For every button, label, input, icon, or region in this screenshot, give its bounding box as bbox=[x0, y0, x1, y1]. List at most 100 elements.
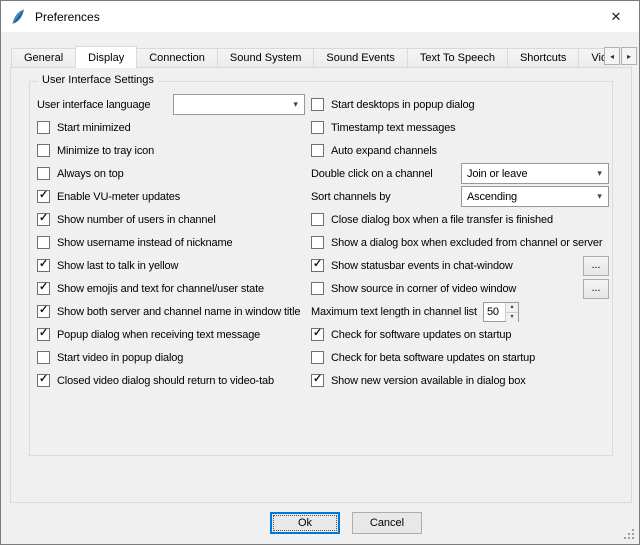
checkbox[interactable]: ✓ bbox=[37, 167, 50, 180]
checkbox[interactable]: ✓ bbox=[37, 328, 50, 341]
checkbox-label[interactable]: Show emojis and text for channel/user st… bbox=[57, 283, 264, 295]
max-text-length-row: Maximum text length in channel list 50 ▴… bbox=[311, 300, 613, 323]
checkbox-label[interactable]: Close dialog box when a file transfer is… bbox=[331, 214, 553, 226]
checkbox-label[interactable]: Closed video dialog should return to vid… bbox=[57, 375, 274, 387]
checkbox-label[interactable]: Show statusbar events in chat-window bbox=[331, 260, 513, 272]
double-click-dropdown[interactable]: Join or leave ▾ bbox=[461, 163, 609, 184]
cancel-button[interactable]: Cancel bbox=[352, 512, 422, 534]
checkbox-row: ✓ Show username instead of nickname bbox=[37, 231, 305, 254]
tab-display[interactable]: Display bbox=[75, 46, 137, 68]
checkbox-label[interactable]: Check for software updates on startup bbox=[331, 329, 511, 341]
spinner-buttons: ▴ ▾ bbox=[505, 303, 518, 321]
checkbox-label[interactable]: Show both server and channel name in win… bbox=[57, 306, 300, 318]
chevron-down-icon: ▾ bbox=[591, 191, 608, 202]
checkbox[interactable]: ✓ bbox=[37, 374, 50, 387]
checkbox-row: ✓ Start minimized bbox=[37, 116, 305, 139]
checkbox-label[interactable]: Minimize to tray icon bbox=[57, 145, 154, 157]
checkbox[interactable]: ✓ bbox=[37, 351, 50, 364]
checkbox-row: ✓ Closed video dialog should return to v… bbox=[37, 369, 305, 392]
checkbox-row: ✓ Show a dialog box when excluded from c… bbox=[311, 231, 613, 254]
tab-sound-events[interactable]: Sound Events bbox=[313, 48, 408, 68]
tab-strip: General Display Connection Sound System … bbox=[11, 45, 616, 68]
checkbox-label[interactable]: Show new version available in dialog box bbox=[331, 375, 526, 387]
checkbox-label[interactable]: Start minimized bbox=[57, 122, 131, 134]
language-row: User interface language ▾ bbox=[37, 93, 305, 116]
checkbox[interactable]: ✓ bbox=[37, 213, 50, 226]
checkbox-row: ✓ Check for beta software updates on sta… bbox=[311, 346, 613, 369]
checkbox-row: ✓ Minimize to tray icon bbox=[37, 139, 305, 162]
double-click-row: Double click on a channel Join or leave … bbox=[311, 162, 613, 185]
check-icon: ✓ bbox=[39, 305, 48, 316]
checkbox-label[interactable]: Show source in corner of video window bbox=[331, 283, 516, 295]
checkbox[interactable]: ✓ bbox=[311, 144, 324, 157]
check-icon: ✓ bbox=[39, 328, 48, 339]
tab-shortcuts[interactable]: Shortcuts bbox=[507, 48, 579, 68]
sort-channels-value: Ascending bbox=[467, 191, 591, 203]
checkbox-label[interactable]: Show a dialog box when excluded from cha… bbox=[331, 237, 602, 249]
title-bar[interactable]: Preferences ✕ bbox=[1, 1, 639, 32]
double-click-value: Join or leave bbox=[467, 168, 591, 180]
tab-scroll-left-icon[interactable]: ◂ bbox=[604, 47, 620, 65]
checkbox-row: ✓ Auto expand channels bbox=[311, 139, 613, 162]
ok-button[interactable]: Ok bbox=[270, 512, 340, 534]
close-icon[interactable]: ✕ bbox=[593, 1, 639, 32]
check-icon: ✓ bbox=[313, 259, 322, 270]
checkbox[interactable]: ✓ bbox=[311, 213, 324, 226]
checkbox[interactable]: ✓ bbox=[311, 98, 324, 111]
statusbar-events-browse-button[interactable]: ... bbox=[583, 256, 609, 276]
chevron-down-icon: ▾ bbox=[591, 168, 608, 179]
video-source-browse-button[interactable]: ... bbox=[583, 279, 609, 299]
max-text-length-input[interactable]: 50 bbox=[484, 303, 505, 321]
checkbox-label[interactable]: Show last to talk in yellow bbox=[57, 260, 178, 272]
tab-text-to-speech[interactable]: Text To Speech bbox=[407, 48, 508, 68]
checkbox-label[interactable]: Show number of users in channel bbox=[57, 214, 216, 226]
sort-channels-dropdown[interactable]: Ascending ▾ bbox=[461, 186, 609, 207]
checkbox-row: ✓ Popup dialog when receiving text messa… bbox=[37, 323, 305, 346]
checkbox[interactable]: ✓ bbox=[37, 282, 50, 295]
checkbox-label[interactable]: Check for beta software updates on start… bbox=[331, 352, 535, 364]
tab-sound-system[interactable]: Sound System bbox=[217, 48, 315, 68]
window-title: Preferences bbox=[35, 10, 100, 24]
checkbox-row: ✓ Show last to talk in yellow bbox=[37, 254, 305, 277]
checkbox-label[interactable]: Popup dialog when receiving text message bbox=[57, 329, 260, 341]
spin-up-icon[interactable]: ▴ bbox=[506, 303, 518, 313]
checkbox[interactable]: ✓ bbox=[311, 351, 324, 364]
checkbox-label[interactable]: Start desktops in popup dialog bbox=[331, 99, 475, 111]
checkbox[interactable]: ✓ bbox=[311, 328, 324, 341]
resize-grip[interactable] bbox=[624, 529, 636, 541]
checkbox-label[interactable]: Start video in popup dialog bbox=[57, 352, 183, 364]
check-icon: ✓ bbox=[313, 374, 322, 385]
checkbox-label[interactable]: Enable VU-meter updates bbox=[57, 191, 180, 203]
checkbox[interactable]: ✓ bbox=[37, 121, 50, 134]
check-icon: ✓ bbox=[39, 213, 48, 224]
checkbox-row: ✓ Show emojis and text for channel/user … bbox=[37, 277, 305, 300]
sort-channels-label: Sort channels by bbox=[311, 191, 391, 203]
checkbox-row: ✓ Show new version available in dialog b… bbox=[311, 369, 613, 392]
checkbox-label[interactable]: Timestamp text messages bbox=[331, 122, 456, 134]
chevron-down-icon: ▾ bbox=[287, 99, 304, 110]
tab-general[interactable]: General bbox=[11, 48, 76, 68]
checkbox[interactable]: ✓ bbox=[311, 259, 324, 272]
max-text-length-spinner[interactable]: 50 ▴ ▾ bbox=[483, 302, 519, 322]
language-label: User interface language bbox=[37, 99, 150, 111]
tab-scroll-right-icon[interactable]: ▸ bbox=[621, 47, 637, 65]
checkbox[interactable]: ✓ bbox=[37, 190, 50, 203]
checkbox-label[interactable]: Show username instead of nickname bbox=[57, 237, 232, 249]
checkbox-row: ✓ Show number of users in channel bbox=[37, 208, 305, 231]
spin-down-icon[interactable]: ▾ bbox=[506, 313, 518, 322]
checkbox[interactable]: ✓ bbox=[37, 259, 50, 272]
preferences-dialog: Preferences ✕ General Display Connection… bbox=[0, 0, 640, 545]
checkbox[interactable]: ✓ bbox=[311, 236, 324, 249]
checkbox[interactable]: ✓ bbox=[37, 144, 50, 157]
tab-connection[interactable]: Connection bbox=[136, 48, 218, 68]
checkbox[interactable]: ✓ bbox=[311, 282, 324, 295]
checkbox-label[interactable]: Auto expand channels bbox=[331, 145, 437, 157]
checkbox-label[interactable]: Always on top bbox=[57, 168, 124, 180]
checkbox[interactable]: ✓ bbox=[37, 305, 50, 318]
checkbox-row: ✓ Timestamp text messages bbox=[311, 116, 613, 139]
checkbox[interactable]: ✓ bbox=[311, 374, 324, 387]
checkbox-row: ✓ Enable VU-meter updates bbox=[37, 185, 305, 208]
checkbox[interactable]: ✓ bbox=[311, 121, 324, 134]
language-dropdown[interactable]: ▾ bbox=[173, 94, 305, 115]
checkbox[interactable]: ✓ bbox=[37, 236, 50, 249]
